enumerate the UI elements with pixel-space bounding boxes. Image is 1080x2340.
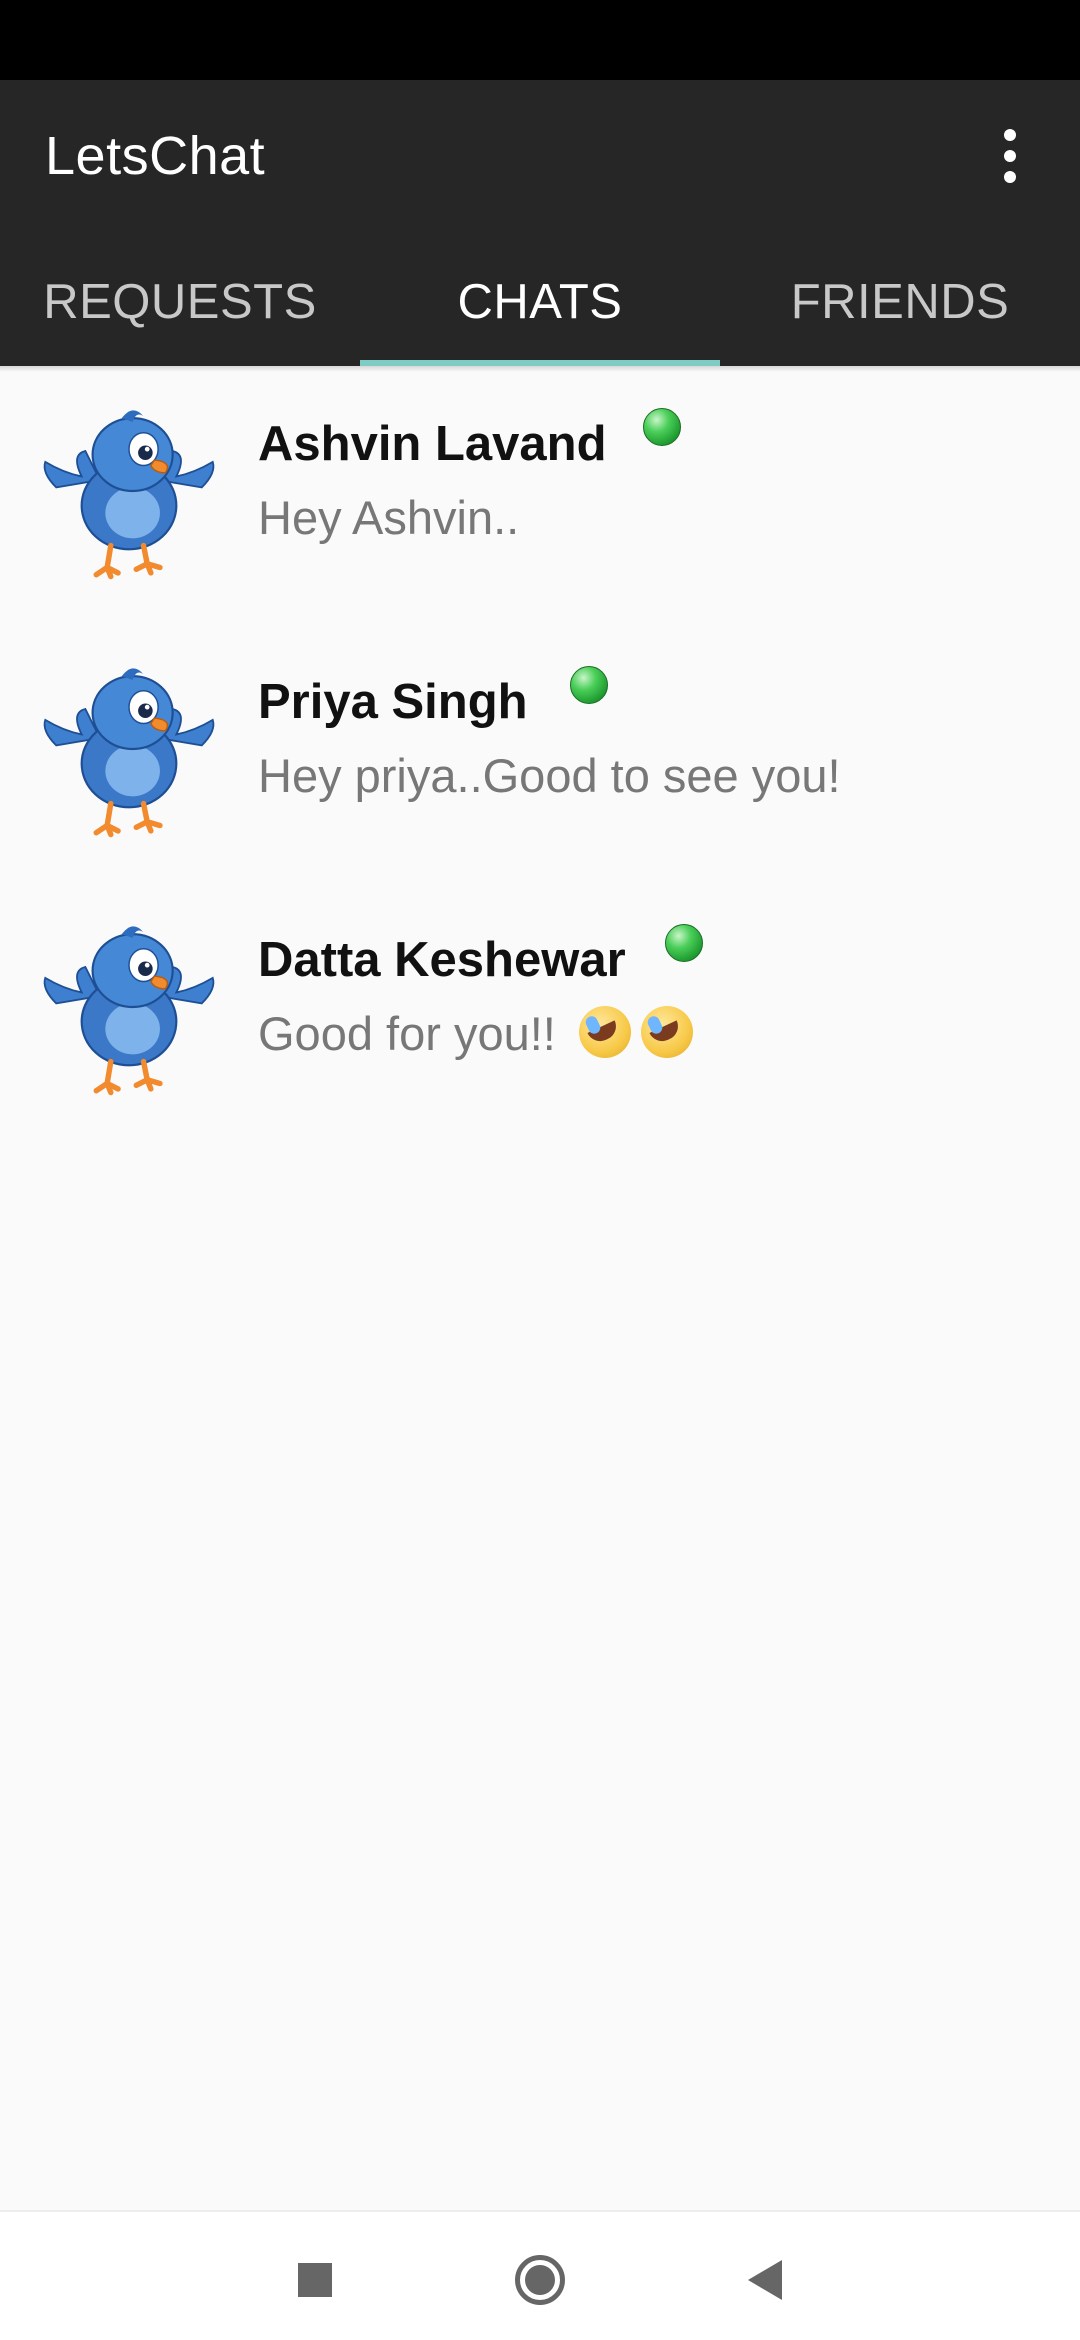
system-nav-bar (0, 2210, 1080, 2340)
chat-list: Ashvin Lavand Hey Ashvin.. Priya Singh H… (0, 372, 1080, 1146)
chat-name: Priya Singh (258, 675, 528, 729)
chat-last-message: Hey Ashvin.. (258, 491, 520, 544)
status-bar (0, 0, 1080, 80)
online-status-icon (665, 924, 703, 962)
bird-avatar-icon[interactable] (38, 658, 220, 840)
chat-item[interactable]: Priya Singh Hey priya..Good to see you! (0, 630, 1080, 888)
app-bar: LetsChat (0, 80, 1080, 232)
tab-requests[interactable]: REQUESTS (0, 232, 360, 366)
bird-avatar-icon[interactable] (38, 916, 220, 1098)
recents-square-icon[interactable] (275, 2240, 355, 2320)
rolling-laughing-emoji-icon (578, 1006, 631, 1058)
app-title: LetsChat (45, 126, 266, 186)
bird-avatar-icon[interactable] (38, 400, 220, 582)
more-vert-icon[interactable] (970, 106, 1050, 206)
online-status-icon (643, 408, 681, 446)
chat-last-message: Hey priya..Good to see you! (258, 749, 841, 802)
chat-name: Datta Keshewar (258, 933, 626, 987)
back-triangle-icon[interactable] (725, 2240, 805, 2320)
chat-item[interactable]: Datta Keshewar Good for you!! (0, 888, 1080, 1146)
chat-item[interactable]: Ashvin Lavand Hey Ashvin.. (0, 372, 1080, 630)
home-circle-icon[interactable] (500, 2240, 580, 2320)
online-status-icon (570, 666, 608, 704)
chat-name: Ashvin Lavand (258, 417, 607, 471)
tab-bar: REQUESTS CHATS FRIENDS (0, 232, 1080, 366)
rolling-laughing-emoji-icon (640, 1006, 693, 1058)
chat-last-message: Good for you!! (258, 1007, 556, 1060)
tab-friends[interactable]: FRIENDS (720, 232, 1080, 366)
chat-last-message-row: Good for you!! (258, 1006, 693, 1061)
tab-chats[interactable]: CHATS (360, 232, 720, 366)
